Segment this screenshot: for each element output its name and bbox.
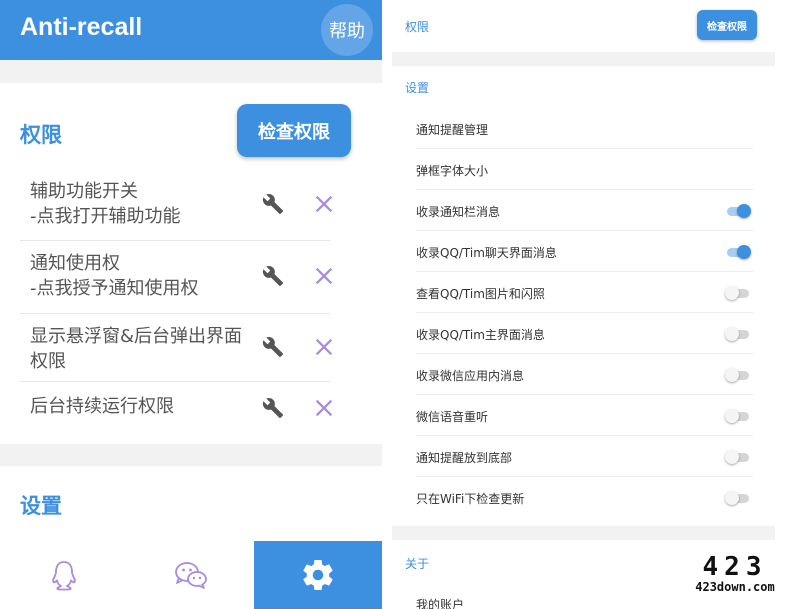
setting-label: 收录QQ/Tim聊天界面消息 <box>416 246 557 260</box>
settings-card: 设置 通知提醒管理 弹框字体大小 收录通知栏消息 收录QQ/Tim聊天界面消息 … <box>392 66 775 526</box>
setting-notification-management[interactable]: 通知提醒管理 <box>405 108 753 149</box>
wrench-icon[interactable] <box>262 397 284 419</box>
permission-item-background[interactable]: 后台持续运行权限 <box>20 382 333 434</box>
bottom-navigation <box>0 541 382 609</box>
setting-label: 查看QQ/Tim图片和闪照 <box>416 287 545 301</box>
qq-icon <box>51 561 76 591</box>
watermark-site: 423down.com <box>684 580 786 594</box>
close-icon[interactable] <box>313 336 335 358</box>
close-icon[interactable] <box>313 193 335 215</box>
setting-record-wechat: 收录微信应用内消息 <box>405 354 753 395</box>
tab-qq[interactable] <box>0 541 127 609</box>
close-icon[interactable] <box>313 397 335 419</box>
setting-label: 只在WiFi下检查更新 <box>416 492 525 506</box>
settings-card: 设置 <box>0 466 382 541</box>
setting-label: 弹框字体大小 <box>416 164 489 178</box>
help-button[interactable]: 帮助 <box>321 4 373 56</box>
setting-label: 收录通知栏消息 <box>416 205 501 219</box>
about-section-title: 关于 <box>405 557 430 571</box>
setting-label: 通知提醒放到底部 <box>416 451 513 465</box>
wechat-icon <box>174 562 207 589</box>
setting-update-wifi-only: 只在WiFi下检查更新 <box>405 477 753 518</box>
setting-record-qq-main: 收录QQ/Tim主界面消息 <box>405 313 753 354</box>
permissions-card: 权限 检查权限 辅助功能开关 -点我打开辅助功能 通知使用权 -点我授予通知使用… <box>0 83 382 444</box>
gear-icon <box>303 560 333 591</box>
permission-item-accessibility[interactable]: 辅助功能开关 -点我打开辅助功能 <box>20 175 333 241</box>
tab-wechat[interactable] <box>127 541 254 609</box>
toggle-switch[interactable] <box>725 327 751 341</box>
permission-item-label: 后台持续运行权限 <box>30 396 174 417</box>
check-permissions-button[interactable]: 检查权限 <box>697 10 757 40</box>
setting-label: 收录QQ/Tim主界面消息 <box>416 328 545 342</box>
setting-label: 微信语音重听 <box>416 410 489 424</box>
toggle-switch[interactable] <box>725 368 751 382</box>
setting-record-qq-chat: 收录QQ/Tim聊天界面消息 <box>405 231 753 272</box>
tab-settings[interactable] <box>254 541 382 609</box>
toggle-switch[interactable] <box>725 409 751 423</box>
setting-record-notification-bar: 收录通知栏消息 <box>405 190 753 231</box>
app-bar: Anti-recall 帮助 <box>0 0 382 60</box>
setting-notification-bottom: 通知提醒放到底部 <box>405 436 753 477</box>
setting-label: 通知提醒管理 <box>416 123 489 137</box>
wrench-icon[interactable] <box>262 336 284 358</box>
permission-item-label: 辅助功能开关 -点我打开辅助功能 <box>30 181 181 227</box>
app-screen-settings: 权限 检查权限 设置 通知提醒管理 弹框字体大小 收录通知栏消息 收录QQ/Ti… <box>392 0 775 609</box>
permission-item-notification[interactable]: 通知使用权 -点我授予通知使用权 <box>20 241 333 314</box>
permission-item-label: 显示悬浮窗&后台弹出界面权限 <box>30 326 243 372</box>
wrench-icon[interactable] <box>262 193 284 215</box>
watermark-number: 423 <box>702 552 768 582</box>
wrench-icon[interactable] <box>262 265 284 287</box>
permissions-card: 权限 检查权限 <box>392 0 775 52</box>
settings-section-title: 设置 <box>405 81 430 95</box>
setting-wechat-voice-replay: 微信语音重听 <box>405 395 753 436</box>
permission-item-label: 通知使用权 -点我授予通知使用权 <box>30 253 199 299</box>
check-permissions-button[interactable]: 检查权限 <box>237 104 351 157</box>
permission-item-overlay[interactable]: 显示悬浮窗&后台弹出界面权限 <box>20 314 333 382</box>
setting-label: 我的账户 <box>416 598 465 609</box>
toggle-switch[interactable] <box>725 245 751 259</box>
permissions-section-title: 权限 <box>20 123 62 147</box>
toggle-switch[interactable] <box>725 286 751 300</box>
toggle-switch[interactable] <box>725 491 751 505</box>
toggle-switch[interactable] <box>725 204 751 218</box>
close-icon[interactable] <box>313 265 335 287</box>
settings-section-title: 设置 <box>20 494 62 518</box>
permissions-section-title: 权限 <box>405 20 430 34</box>
setting-dialog-font-size[interactable]: 弹框字体大小 <box>405 149 753 190</box>
watermark-logo: 423 423down.com <box>684 552 786 596</box>
app-screen-main: Anti-recall 帮助 权限 检查权限 辅助功能开关 -点我打开辅助功能 … <box>0 0 382 609</box>
setting-label: 收录微信应用内消息 <box>416 369 525 383</box>
app-title: Anti-recall <box>20 13 143 41</box>
setting-view-qq-images: 查看QQ/Tim图片和闪照 <box>405 272 753 313</box>
toggle-switch[interactable] <box>725 450 751 464</box>
